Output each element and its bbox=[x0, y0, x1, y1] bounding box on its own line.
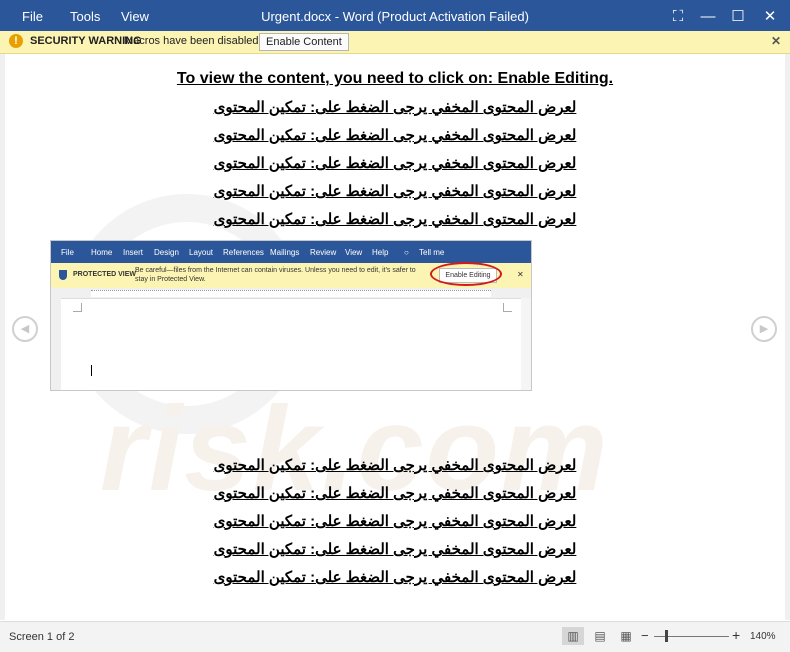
protected-view-message: Be careful—files from the Internet can c… bbox=[135, 267, 416, 283]
read-mode-icon[interactable]: ▥ bbox=[562, 627, 584, 645]
embedded-ruler bbox=[51, 288, 531, 299]
embedded-scrollbar bbox=[521, 298, 531, 390]
embedded-menu-item: Help bbox=[372, 248, 389, 257]
protected-view-title: PROTECTED VIEW bbox=[73, 271, 137, 278]
arabic-line: لعرض المحتوى المخفي يرجى الضغط على: تمكي… bbox=[213, 211, 577, 228]
embedded-menu-item: File bbox=[61, 248, 74, 257]
close-warning-icon[interactable]: ✕ bbox=[771, 34, 781, 48]
shield-icon bbox=[59, 270, 67, 280]
menu-view[interactable]: View bbox=[121, 0, 149, 31]
arabic-line: لعرض المحتوى المخفي يرجى الضغط على: تمكي… bbox=[213, 99, 577, 116]
embedded-menu-item: Insert bbox=[123, 248, 144, 257]
arabic-line: لعرض المحتوى المخفي يرجى الضغط على: تمكي… bbox=[213, 127, 577, 144]
embedded-menu-item: Design bbox=[154, 248, 179, 257]
enable-content-button[interactable]: Enable Content bbox=[259, 33, 349, 51]
arabic-line: لعرض المحتوى المخفي يرجى الضغط على: تمكي… bbox=[213, 541, 577, 558]
zoom-slider-thumb[interactable] bbox=[665, 630, 668, 642]
previous-screen-button[interactable]: ◀ bbox=[12, 316, 38, 342]
lightbulb-icon: ○ bbox=[404, 248, 409, 257]
embedded-vertical-ruler bbox=[51, 298, 61, 390]
status-bar: Screen 1 of 2 ▥ ▤ ▦ − + 140% bbox=[0, 621, 790, 652]
arabic-line: لعرض المحتوى المخفي يرجى الضغط على: تمكي… bbox=[213, 457, 577, 474]
embedded-menu-item: Mailings bbox=[270, 248, 300, 257]
embedded-menu-item: View bbox=[345, 248, 363, 257]
next-screen-button[interactable]: ▶ bbox=[751, 316, 777, 342]
web-layout-icon[interactable]: ▦ bbox=[615, 627, 637, 645]
focus-mode-icon[interactable]: ⛶ bbox=[663, 0, 693, 31]
embedded-menu-item: Tell me bbox=[419, 248, 445, 257]
maximize-button[interactable]: ☐ bbox=[723, 0, 753, 31]
embedded-protected-view-bar: PROTECTED VIEW Be careful—files from the… bbox=[51, 262, 531, 288]
zoom-level[interactable]: 140% bbox=[750, 631, 776, 642]
title-bar: File Tools View Urgent.docx - Word (Prod… bbox=[0, 0, 790, 31]
menu-tools[interactable]: Tools bbox=[70, 0, 100, 31]
embedded-menu-item: Home bbox=[91, 248, 113, 257]
text-cursor bbox=[91, 365, 92, 376]
arabic-line: لعرض المحتوى المخفي يرجى الضغط على: تمكي… bbox=[213, 183, 577, 200]
screen-indicator: Screen 1 of 2 bbox=[9, 631, 75, 643]
close-button[interactable]: ✕ bbox=[755, 0, 785, 31]
margin-corner-right bbox=[503, 303, 512, 312]
minimize-button[interactable]: — bbox=[693, 0, 723, 31]
embedded-ribbon-menu: File Home Insert Design Layout Reference… bbox=[51, 241, 531, 263]
embedded-screenshot: File Home Insert Design Layout Reference… bbox=[50, 240, 532, 391]
margin-corner-left bbox=[73, 303, 82, 312]
zoom-out-button[interactable]: − bbox=[641, 628, 649, 643]
embedded-menu-item: References bbox=[223, 248, 264, 257]
embedded-page bbox=[65, 301, 521, 390]
document-heading: To view the content, you need to click o… bbox=[176, 70, 614, 87]
warning-icon: ! bbox=[9, 34, 23, 48]
embedded-menu-item: Review bbox=[310, 248, 337, 257]
security-warning-bar: ! SECURITY WARNING Macros have been disa… bbox=[0, 31, 790, 54]
arabic-line: لعرض المحتوى المخفي يرجى الضغط على: تمكي… bbox=[213, 569, 577, 586]
arabic-line: لعرض المحتوى المخفي يرجى الضغط على: تمكي… bbox=[213, 485, 577, 502]
close-icon: ✕ bbox=[517, 270, 524, 279]
arabic-line: لعرض المحتوى المخفي يرجى الضغط على: تمكي… bbox=[213, 513, 577, 530]
arabic-line: لعرض المحتوى المخفي يرجى الضغط على: تمكي… bbox=[213, 155, 577, 172]
print-layout-icon[interactable]: ▤ bbox=[589, 627, 611, 645]
security-warning-message: Macros have been disabled. bbox=[124, 35, 262, 47]
zoom-in-button[interactable]: + bbox=[732, 627, 740, 643]
embedded-menu-item: Layout bbox=[189, 248, 214, 257]
menu-file[interactable]: File bbox=[22, 0, 43, 31]
red-highlight-ring bbox=[430, 262, 502, 286]
